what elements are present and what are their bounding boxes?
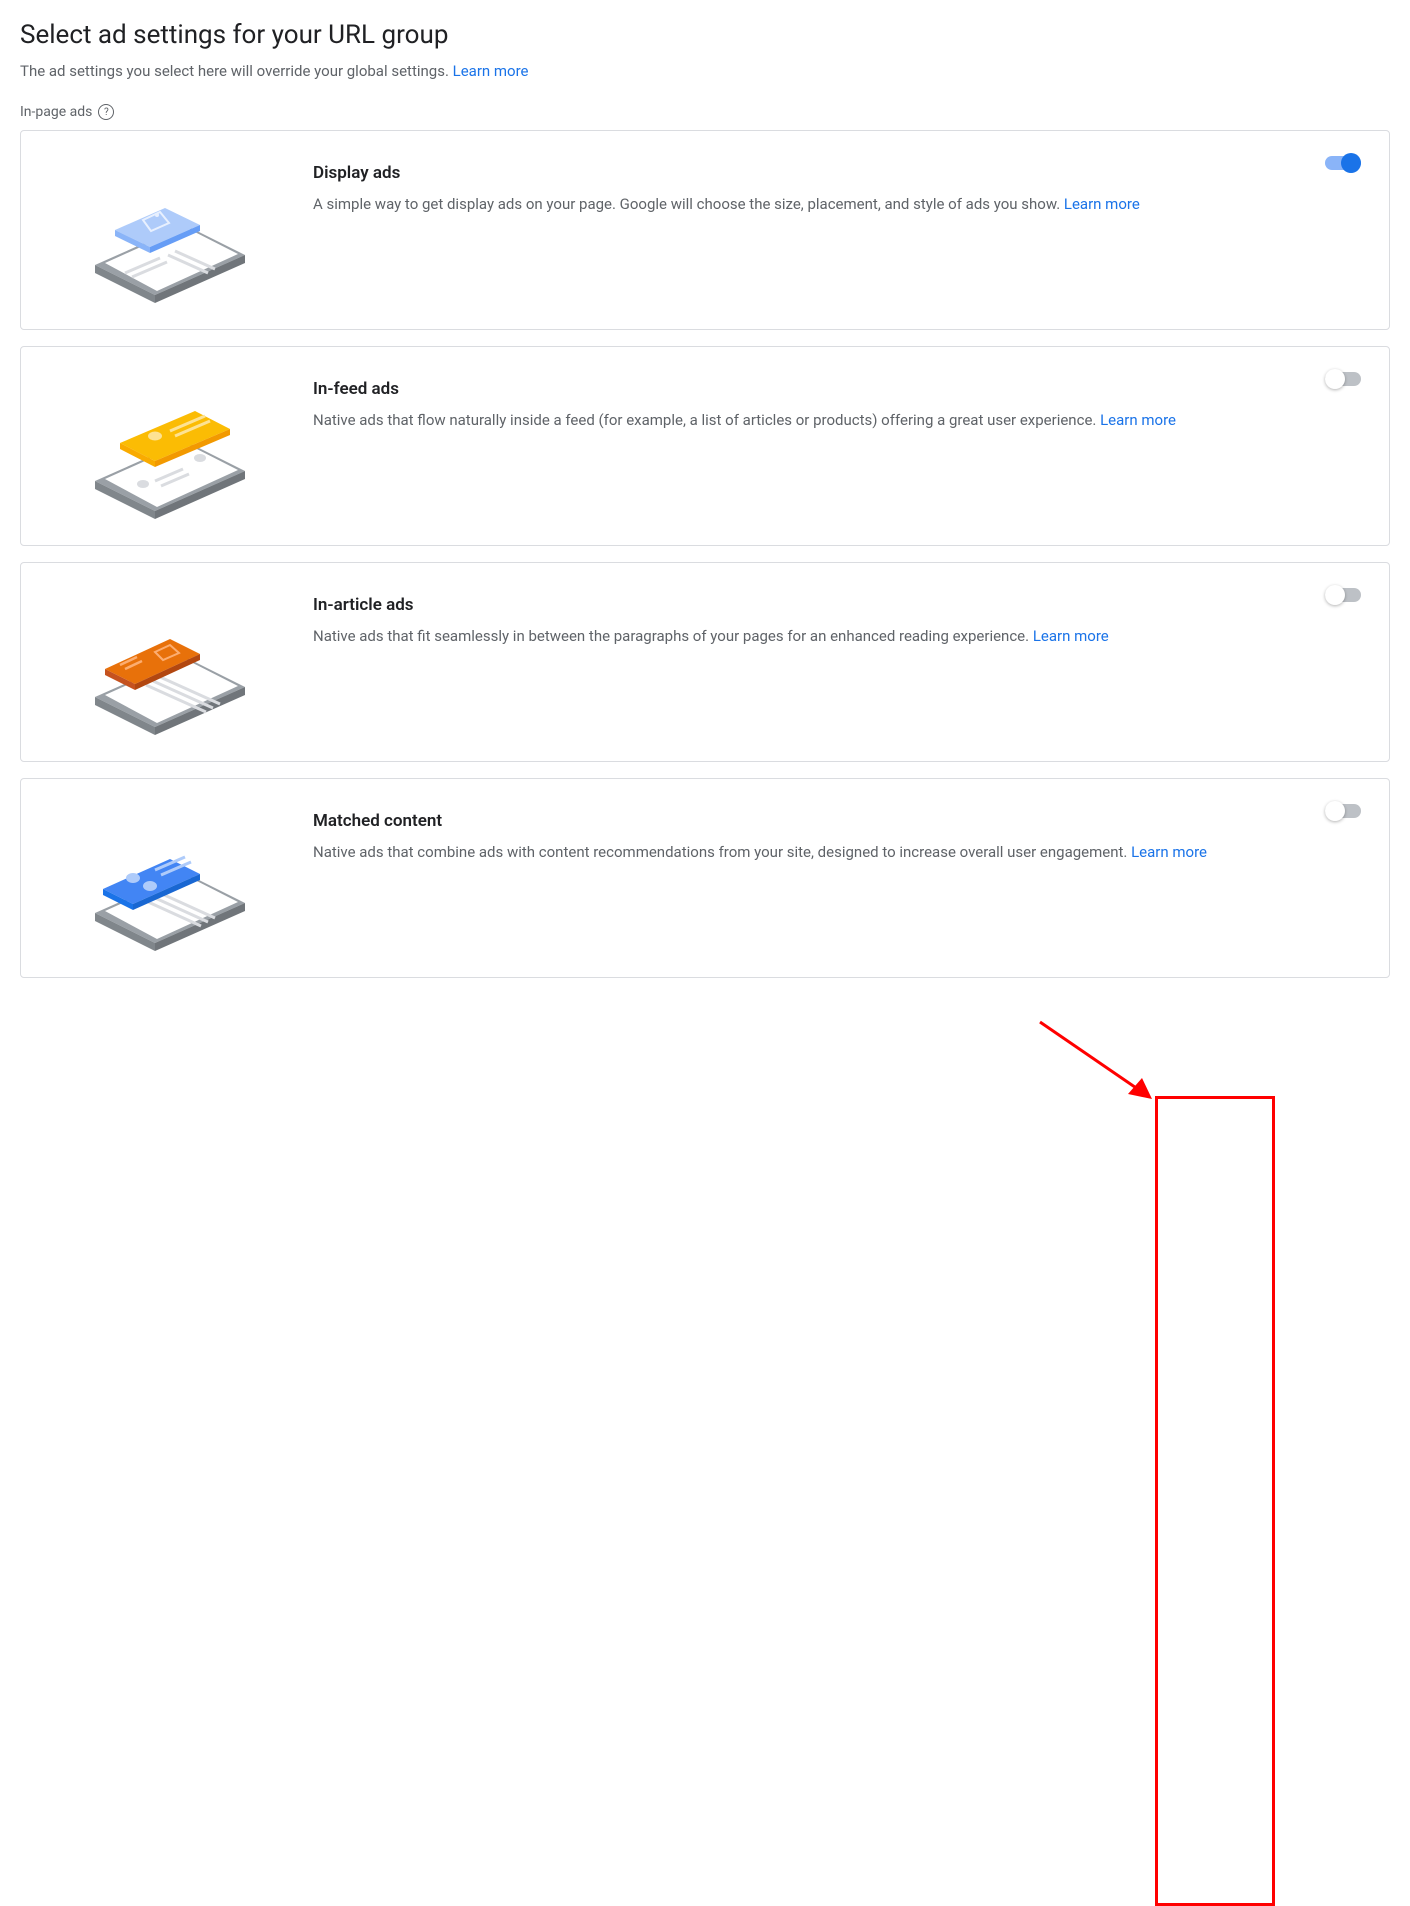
ad-learn-more-link[interactable]: Learn more <box>1033 627 1109 645</box>
ad-content: Display ads A simple way to get display … <box>313 155 1361 216</box>
ad-description-text: Native ads that flow naturally inside a … <box>313 411 1100 429</box>
toggle-matched-content[interactable] <box>1325 801 1361 821</box>
help-icon[interactable]: ? <box>98 104 114 120</box>
ad-title: In-feed ads <box>313 379 1361 399</box>
subtitle-text: The ad settings you select here will ove… <box>20 62 453 80</box>
subtitle-learn-more-link[interactable]: Learn more <box>453 62 529 80</box>
ad-card-display-ads: Display ads A simple way to get display … <box>20 130 1390 330</box>
ad-description: Native ads that fit seamlessly in betwee… <box>313 625 1361 648</box>
ad-card-in-article-ads: In-article ads Native ads that fit seaml… <box>20 562 1390 762</box>
ad-card-in-feed-ads: In-feed ads Native ads that flow natural… <box>20 346 1390 546</box>
toggle-in-article-ads[interactable] <box>1325 585 1361 605</box>
ad-title: In-article ads <box>313 595 1361 615</box>
toggle-display-ads[interactable] <box>1325 153 1361 173</box>
page-title: Select ad settings for your URL group <box>20 20 1390 50</box>
ad-content: Matched content Native ads that combine … <box>313 803 1361 864</box>
ad-title: Display ads <box>313 163 1361 183</box>
ad-title: Matched content <box>313 811 1361 831</box>
ad-description: Native ads that combine ads with content… <box>313 841 1361 864</box>
annotation-box <box>1155 1096 1275 1906</box>
illustration-display-ads <box>45 155 285 305</box>
ad-cards-container: Display ads A simple way to get display … <box>20 130 1390 978</box>
illustration-matched-content <box>45 803 285 953</box>
section-label-text: In-page ads <box>20 104 92 120</box>
illustration-in-article-ads <box>45 587 285 737</box>
page-subtitle: The ad settings you select here will ove… <box>20 62 1390 80</box>
section-label: In-page ads ? <box>20 104 1390 120</box>
ad-description: A simple way to get display ads on your … <box>313 193 1361 216</box>
ad-description-text: Native ads that combine ads with content… <box>313 843 1131 861</box>
ad-description: Native ads that flow naturally inside a … <box>313 409 1361 432</box>
illustration-in-feed-ads <box>45 371 285 521</box>
ad-learn-more-link[interactable]: Learn more <box>1064 195 1140 213</box>
ad-learn-more-link[interactable]: Learn more <box>1131 843 1207 861</box>
ad-content: In-article ads Native ads that fit seaml… <box>313 587 1361 648</box>
ad-description-text: A simple way to get display ads on your … <box>313 195 1064 213</box>
ad-description-text: Native ads that fit seamlessly in betwee… <box>313 627 1033 645</box>
ad-content: In-feed ads Native ads that flow natural… <box>313 371 1361 432</box>
annotation-arrow-icon <box>1020 1002 1180 1122</box>
ad-card-matched-content: Matched content Native ads that combine … <box>20 778 1390 978</box>
toggle-in-feed-ads[interactable] <box>1325 369 1361 389</box>
ad-learn-more-link[interactable]: Learn more <box>1100 411 1176 429</box>
